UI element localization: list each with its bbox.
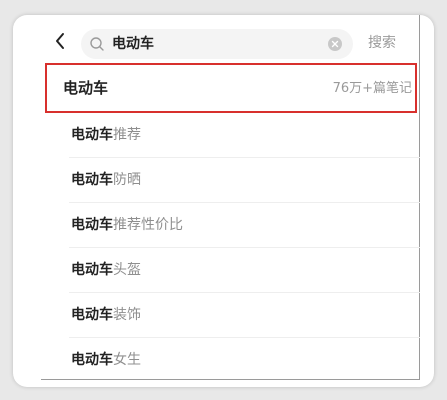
search-bar: 电动车 搜索 bbox=[41, 15, 420, 67]
search-page: 电动车 搜索 电动车 76万+篇笔记 电动车推荐 电动车防晒 电动车推荐性价比 bbox=[41, 15, 420, 380]
suggestion-text: 电动车推荐 bbox=[71, 126, 141, 144]
suggestion-keyword: 电动车 bbox=[71, 127, 113, 143]
suggestion-item[interactable]: 电动车推荐 bbox=[69, 113, 420, 158]
search-submit-button[interactable]: 搜索 bbox=[368, 34, 396, 52]
suggestion-keyword: 电动车 bbox=[71, 307, 113, 323]
back-button[interactable] bbox=[49, 30, 71, 52]
suggestion-suffix: 装饰 bbox=[113, 307, 141, 323]
suggestion-suffix: 推荐 bbox=[113, 127, 141, 143]
top-result-note-count: 76万+篇笔记 bbox=[332, 81, 412, 96]
suggestion-item[interactable]: 电动车女生 bbox=[69, 338, 420, 383]
top-result-item[interactable]: 电动车 76万+篇笔记 bbox=[45, 63, 417, 113]
suggestion-text: 电动车推荐性价比 bbox=[71, 216, 183, 234]
suggestion-suffix: 女生 bbox=[113, 352, 141, 368]
search-input[interactable]: 电动车 bbox=[81, 29, 353, 59]
search-query-text: 电动车 bbox=[112, 36, 154, 52]
top-result-title: 电动车 bbox=[63, 79, 109, 97]
suggestion-keyword: 电动车 bbox=[71, 172, 113, 188]
chevron-left-icon bbox=[56, 33, 64, 49]
suggestion-suffix: 头盔 bbox=[113, 262, 141, 278]
suggestion-item[interactable]: 电动车装饰 bbox=[69, 293, 420, 338]
suggestion-suffix: 推荐性价比 bbox=[113, 217, 183, 233]
suggestion-text: 电动车女生 bbox=[71, 351, 141, 369]
search-icon bbox=[90, 37, 104, 51]
suggestion-keyword: 电动车 bbox=[71, 262, 113, 278]
clear-icon[interactable] bbox=[328, 37, 342, 51]
screenshot-card: 电动车 搜索 电动车 76万+篇笔记 电动车推荐 电动车防晒 电动车推荐性价比 bbox=[13, 15, 434, 387]
suggestion-keyword: 电动车 bbox=[71, 352, 113, 368]
suggestion-text: 电动车头盔 bbox=[71, 261, 141, 279]
suggestion-item[interactable]: 电动车推荐性价比 bbox=[69, 203, 420, 248]
suggestion-item[interactable]: 电动车防晒 bbox=[69, 158, 420, 203]
suggestion-suffix: 防晒 bbox=[113, 172, 141, 188]
suggestion-text: 电动车装饰 bbox=[71, 306, 141, 324]
suggestion-item[interactable]: 电动车头盔 bbox=[69, 248, 420, 293]
suggestion-text: 电动车防晒 bbox=[71, 171, 141, 189]
suggestion-keyword: 电动车 bbox=[71, 217, 113, 233]
suggestion-list: 电动车推荐 电动车防晒 电动车推荐性价比 电动车头盔 电动车装饰 电动车女生 bbox=[41, 113, 420, 383]
